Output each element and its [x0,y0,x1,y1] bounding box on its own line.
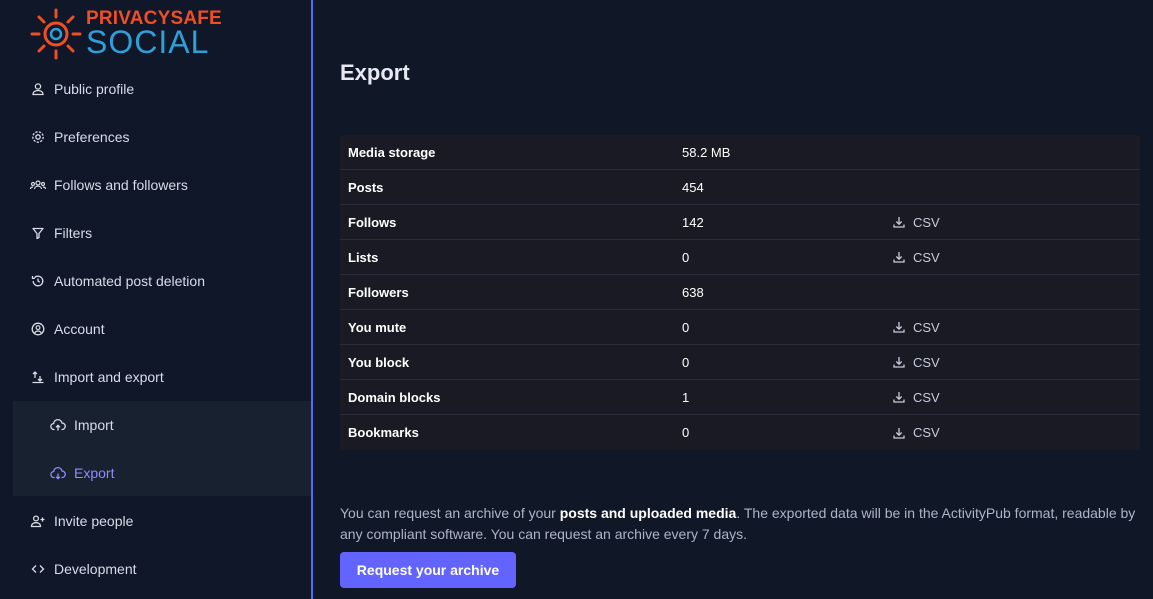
nav-label: Account [54,321,105,337]
nav-item-account[interactable]: Account [0,305,311,353]
csv-label: CSV [913,319,940,335]
table-row: Follows 142 CSV [340,205,1140,240]
nav-item-public-profile[interactable]: Public profile [0,65,311,113]
row-value: 0 [682,354,690,370]
csv-label: CSV [913,354,940,370]
csv-label: CSV [913,389,940,405]
nav-label: Export [74,465,115,481]
user-icon [30,81,46,97]
table-row: Followers 638 [340,275,1140,310]
logo-sun-icon [30,8,82,60]
nav-item-development[interactable]: Development [0,545,311,593]
row-label: Bookmarks [348,425,419,440]
archive-note-emphasis: posts and uploaded media [559,505,737,521]
table-row: Domain blocks 1 CSV [340,380,1140,415]
csv-download-link-domain-blocks[interactable]: CSV [893,390,940,405]
invite-user-icon [30,513,46,529]
row-label: Lists [348,249,379,265]
table-row: Posts 454 [340,170,1140,205]
nav-item-filters[interactable]: Filters [0,209,311,257]
history-icon [30,273,46,289]
gear-icon [30,129,46,145]
csv-download-link-follows[interactable]: CSV [893,215,940,230]
import-export-subnav: Import Export [13,401,311,496]
nav-item-preferences[interactable]: Preferences [0,113,311,161]
nav-item-export[interactable]: Export [13,449,311,497]
csv-download-link-mutes[interactable]: CSV [893,320,940,335]
brand-logo[interactable]: PRIVACYSAFE SOCIAL [30,8,230,60]
row-label: Domain blocks [348,389,441,405]
nav-item-import-and-export[interactable]: Import and export [0,353,311,401]
row-label: You mute [348,319,407,335]
request-archive-button[interactable]: Request your archive [340,552,516,588]
table-row: Lists 0 CSV [340,240,1140,275]
csv-download-link-lists[interactable]: CSV [893,250,940,265]
row-label: Followers [348,284,409,300]
import-export-icon [30,369,46,385]
nav-label: Automated post deletion [54,273,205,289]
row-label: Follows [348,214,397,230]
nav-label: Public profile [54,81,135,97]
nav-item-invite-people[interactable]: Invite people [0,497,311,545]
csv-label: CSV [913,249,940,265]
cloud-upload-icon [50,417,66,433]
csv-download-link-blocks[interactable]: CSV [893,355,940,370]
nav-label: Import [74,417,114,433]
cloud-download-icon [50,465,66,481]
download-icon [893,217,905,228]
row-label: Posts [348,179,384,195]
archive-note-part1: You can request an archive of your [340,505,560,521]
download-icon [893,392,905,403]
download-icon [893,427,905,439]
nav-item-follows-and-followers[interactable]: Follows and followers [0,161,311,209]
table-row: You block 0 CSV [340,345,1140,380]
table-row: Bookmarks 0 CSV [340,415,1140,450]
row-label: You block [348,354,410,370]
row-value: 142 [682,214,704,230]
csv-label: CSV [913,214,940,230]
account-circle-icon [30,321,46,337]
table-row: Media storage 58.2 MB [340,135,1140,170]
table-row: You mute 0 CSV [340,310,1140,345]
sidebar: PRIVACYSAFE SOCIAL Public profile Prefer… [0,0,313,599]
download-icon [893,252,905,263]
nav-label: Invite people [54,513,134,529]
filter-icon [30,225,46,241]
users-icon [30,177,46,193]
nav-item-import[interactable]: Import [13,401,311,449]
csv-label: CSV [913,425,940,440]
row-value: 1 [682,389,690,405]
download-icon [893,357,905,368]
code-icon [30,561,46,577]
brand-name-bottom: SOCIAL [86,24,210,60]
row-value: 454 [682,179,704,195]
archive-description: You can request an archive of your posts… [340,503,1140,545]
row-value: 58.2 MB [682,144,731,160]
download-icon [893,322,905,333]
row-value: 638 [682,284,704,300]
row-value: 0 [682,319,690,335]
page-title: Export [340,60,410,85]
nav-item-automated-post-deletion[interactable]: Automated post deletion [0,257,311,305]
csv-download-link-bookmarks[interactable]: CSV [893,425,940,440]
nav-label: Follows and followers [54,177,188,193]
nav-label: Filters [54,225,93,241]
export-table: Media storage 58.2 MB Posts 454 Follows … [340,135,1140,450]
row-value: 0 [682,249,690,265]
nav-label: Preferences [54,129,130,145]
nav-label: Import and export [54,369,164,385]
row-label: Media storage [348,144,436,160]
row-value: 0 [682,425,690,440]
nav-label: Development [54,561,137,577]
